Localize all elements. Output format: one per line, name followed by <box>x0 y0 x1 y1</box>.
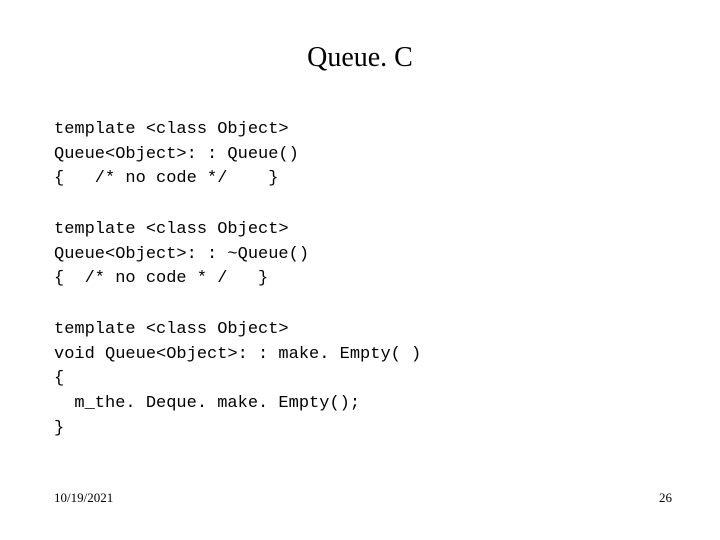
slide-title: Queue. C <box>0 42 720 74</box>
code-block-makeempty: template <class Object> void Queue<Objec… <box>54 318 421 441</box>
footer-page-number: 26 <box>659 490 672 506</box>
footer-date: 10/19/2021 <box>54 490 113 506</box>
code-block-destructor: template <class Object> Queue<Object>: :… <box>54 218 309 292</box>
slide: Queue. C template <class Object> Queue<O… <box>0 0 720 540</box>
code-block-constructor: template <class Object> Queue<Object>: :… <box>54 118 299 192</box>
